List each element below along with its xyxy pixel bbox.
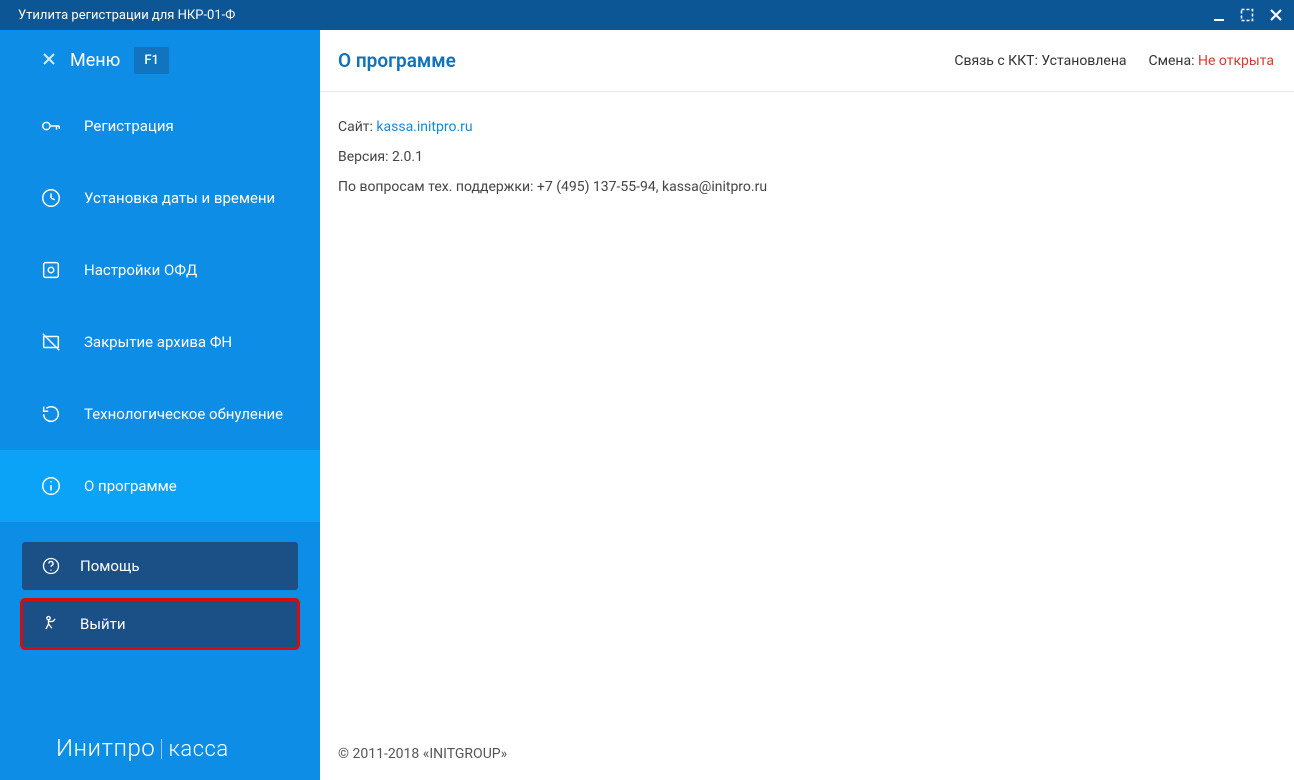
sidebar-item-label: Настройки ОФД [84, 261, 197, 279]
settings-square-icon [40, 259, 62, 281]
kkt-label: Связь с ККТ: [954, 53, 1041, 69]
site-link[interactable]: kassa.initpro.ru [376, 119, 472, 135]
close-menu-icon [42, 50, 56, 71]
sidebar-item-register[interactable]: Регистрация [0, 90, 320, 162]
minimize-button[interactable] [1212, 8, 1226, 22]
content-footer: © 2011-2018 «INITGROUP» [320, 746, 1294, 780]
bottom-buttons: Помощь Выйти [0, 542, 320, 658]
brand-sub: касса [168, 737, 228, 762]
nav-list: Регистрация Установка даты и времени Нас… [0, 90, 320, 522]
sidebar-item-label: Закрытие архива ФН [84, 333, 232, 351]
version-label: Версия: [338, 149, 392, 165]
sidebar-item-about[interactable]: О программе [0, 450, 320, 522]
exit-label: Выйти [80, 615, 126, 633]
kkt-status: Связь с ККТ: Установлена [954, 53, 1126, 69]
brand-footer: Инитпро|касса [0, 734, 320, 780]
title-bar: Утилита регистрации для НКР-01-Ф [0, 0, 1294, 30]
clock-icon [40, 187, 62, 209]
kkt-value: Установлена [1041, 53, 1126, 69]
sidebar: Меню F1 Регистрация Установка даты и вре… [0, 30, 320, 780]
sidebar-item-reset[interactable]: Технологическое обнуление [0, 378, 320, 450]
close-button[interactable] [1268, 7, 1284, 23]
support-label: По вопросам тех. поддержки: [338, 179, 537, 195]
sidebar-item-datetime[interactable]: Установка даты и времени [0, 162, 320, 234]
archive-close-icon [40, 331, 62, 353]
exit-button[interactable]: Выйти [22, 600, 298, 648]
help-icon [40, 555, 62, 577]
key-icon [40, 115, 62, 137]
shift-status: Смена: Не открыта [1149, 53, 1274, 69]
window-controls [1212, 7, 1284, 23]
copyright: © 2011-2018 «INITGROUP» [338, 746, 507, 762]
support-row: По вопросам тех. поддержки: +7 (495) 137… [338, 176, 1276, 199]
brand-main: Инитпро [56, 734, 155, 762]
sidebar-item-archive[interactable]: Закрытие архива ФН [0, 306, 320, 378]
reset-icon [40, 403, 62, 425]
info-icon [40, 475, 62, 497]
site-label: Сайт: [338, 119, 376, 135]
version-value: 2.0.1 [392, 149, 423, 165]
shift-value: Не открыта [1198, 53, 1274, 69]
status-bar: Связь с ККТ: Установлена Смена: Не откры… [954, 53, 1274, 69]
maximize-button[interactable] [1240, 8, 1254, 22]
sidebar-item-label: О программе [84, 477, 177, 495]
shift-label: Смена: [1149, 53, 1198, 69]
help-button[interactable]: Помощь [22, 542, 298, 590]
menu-header[interactable]: Меню F1 [0, 30, 320, 90]
version-row: Версия: 2.0.1 [338, 146, 1276, 169]
support-value: +7 (495) 137-55-94, kassa@initpro.ru [537, 179, 767, 195]
page-title: О программе [338, 49, 456, 72]
site-row: Сайт: kassa.initpro.ru [338, 116, 1276, 139]
menu-hotkey-badge: F1 [134, 47, 169, 74]
sidebar-item-label: Регистрация [84, 117, 174, 135]
content-area: О программе Связь с ККТ: Установлена Сме… [320, 30, 1294, 780]
content-body: Сайт: kassa.initpro.ru Версия: 2.0.1 По … [320, 92, 1294, 746]
menu-label: Меню [70, 50, 120, 71]
content-header: О программе Связь с ККТ: Установлена Сме… [320, 30, 1294, 92]
sidebar-item-label: Технологическое обнуление [84, 405, 283, 423]
help-label: Помощь [80, 557, 140, 575]
window-title: Утилита регистрации для НКР-01-Ф [18, 8, 235, 23]
sidebar-item-ofd[interactable]: Настройки ОФД [0, 234, 320, 306]
exit-icon [40, 613, 62, 635]
sidebar-item-label: Установка даты и времени [84, 189, 275, 207]
